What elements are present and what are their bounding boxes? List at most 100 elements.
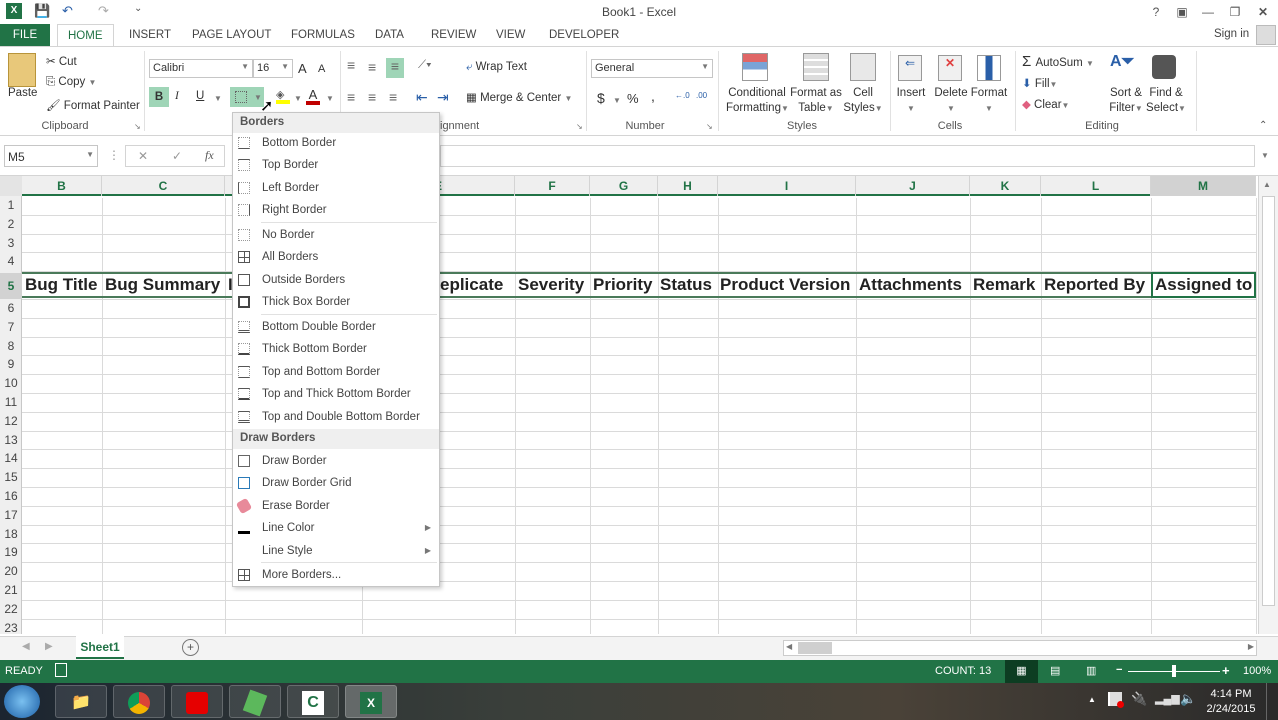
merge-center-button[interactable]: ▦ Merge & Center ▼	[466, 90, 572, 104]
column-header-j[interactable]: J	[856, 176, 970, 196]
formula-bar-grip-icon[interactable]: ⋮	[108, 148, 120, 162]
row-header-19[interactable]: 19	[0, 543, 22, 562]
currency-dropdown-icon[interactable]: ▼	[613, 96, 621, 105]
collapse-ribbon-icon[interactable]: ⌃	[1259, 120, 1267, 131]
menu-item-draw-border[interactable]: Draw Border	[233, 450, 439, 472]
format-as-table-icon[interactable]	[803, 53, 829, 81]
header-cell-status[interactable]: Status	[660, 273, 712, 297]
vertical-scrollbar[interactable]: ▲	[1258, 176, 1278, 634]
taskbar-excel-icon[interactable]: X	[345, 685, 397, 718]
number-launcher-icon[interactable]: ↘	[706, 122, 713, 131]
row-header-21[interactable]: 21	[0, 581, 22, 600]
clipboard-launcher-icon[interactable]: ↘	[134, 122, 141, 131]
comma-button[interactable]: ,	[651, 88, 655, 104]
expand-formula-bar-icon[interactable]: ▼	[1261, 151, 1269, 160]
scroll-left-icon[interactable]: ◀	[786, 642, 792, 651]
column-header-k[interactable]: K	[970, 176, 1041, 196]
ribbon-display-button[interactable]: ▣	[1169, 2, 1195, 22]
horizontal-scroll-thumb[interactable]	[798, 642, 832, 654]
tab-developer[interactable]: DEVELOPER	[539, 24, 629, 46]
tab-insert[interactable]: INSERT	[119, 24, 181, 46]
cell-styles-icon[interactable]	[850, 53, 876, 81]
menu-item-more-borders[interactable]: More Borders...	[233, 564, 439, 586]
cut-button[interactable]: ✂ Cut	[46, 54, 77, 68]
menu-item-top-and-double-bottom-border[interactable]: Top and Double Bottom Border	[233, 406, 439, 428]
zoom-slider-thumb[interactable]	[1172, 665, 1176, 677]
conditional-formatting-icon[interactable]	[742, 53, 768, 81]
row-header-6[interactable]: 6	[0, 299, 22, 318]
help-button[interactable]: ?	[1143, 2, 1169, 22]
menu-item-line-style[interactable]: Line Style ▶	[233, 540, 439, 562]
horizontal-scrollbar[interactable]: ◀ ▶	[783, 640, 1257, 656]
header-cell-reported-by[interactable]: Reported By	[1044, 273, 1145, 297]
format-painter-button[interactable]: 🖌 Format Painter	[46, 98, 140, 112]
restore-button[interactable]: ❐	[1222, 2, 1248, 22]
menu-item-left-border[interactable]: Left Border	[233, 177, 439, 199]
insert-function-icon[interactable]: fx	[205, 148, 214, 163]
number-format-box[interactable]: General ▼	[591, 59, 713, 78]
row-header-10[interactable]: 10	[0, 374, 22, 393]
menu-item-bottom-border[interactable]: Bottom Border	[233, 132, 439, 154]
taskbar-explorer-icon[interactable]: 📁	[55, 685, 107, 718]
conditional-formatting-button[interactable]: Conditional Formatting▼	[726, 86, 789, 116]
page-break-view-icon[interactable]: ▥	[1086, 664, 1096, 677]
header-cell-replicate[interactable]: eplicate	[440, 273, 503, 297]
row-header-13[interactable]: 13	[0, 431, 22, 450]
row-header-8[interactable]: 8	[0, 337, 22, 356]
action-center-flag-icon[interactable]	[1108, 692, 1124, 708]
header-cell-assigned-to[interactable]: Assigned to	[1155, 273, 1252, 297]
bold-button[interactable]: B	[149, 87, 169, 107]
italic-button[interactable]: I	[175, 90, 179, 102]
volume-icon[interactable]: 🔈	[1180, 691, 1196, 707]
menu-item-thick-box-border[interactable]: Thick Box Border	[233, 291, 439, 313]
align-center-icon[interactable]: ≡	[368, 89, 376, 105]
fill-color-dropdown-icon[interactable]: ▼	[294, 94, 302, 103]
menu-item-top-border[interactable]: Top Border	[233, 154, 439, 176]
cell-styles-button[interactable]: Cell Styles▼	[842, 86, 884, 116]
binoculars-icon[interactable]	[1152, 55, 1176, 79]
column-header-i[interactable]: I	[718, 176, 856, 196]
row-header-5[interactable]: 5	[0, 273, 22, 299]
minimize-button[interactable]: —	[1195, 2, 1221, 22]
autosum-button[interactable]: Σ AutoSum ▼	[1022, 53, 1094, 70]
zoom-level[interactable]: 100%	[1243, 665, 1271, 677]
align-middle-icon[interactable]: ≡	[368, 59, 376, 75]
select-all-button[interactable]	[0, 176, 22, 196]
column-header-f[interactable]: F	[515, 176, 590, 196]
taskbar-chrome-icon[interactable]	[113, 685, 165, 718]
insert-cells-icon[interactable]: ⇐	[898, 55, 922, 81]
header-cell-product-version[interactable]: Product Version	[720, 273, 850, 297]
currency-button[interactable]: $	[597, 90, 605, 106]
font-name-box[interactable]: Calibri ▼	[149, 59, 253, 78]
menu-item-right-border[interactable]: Right Border	[233, 199, 439, 221]
clear-button[interactable]: ◆ Clear▼	[1022, 97, 1069, 111]
sign-in-link[interactable]: Sign in	[1214, 28, 1249, 40]
row-header-23[interactable]: 23	[0, 619, 22, 638]
column-header-m[interactable]: M	[1151, 176, 1256, 196]
borders-button[interactable]: ▼	[230, 87, 264, 107]
delete-cells-icon[interactable]: ✕	[938, 55, 962, 81]
menu-item-no-border[interactable]: No Border	[233, 224, 439, 246]
shrink-font-button[interactable]: A	[318, 63, 325, 75]
menu-item-draw-border-grid[interactable]: Draw Border Grid	[233, 472, 439, 494]
taskbar-vodafone-icon[interactable]	[171, 685, 223, 718]
align-top-icon[interactable]: ≡	[347, 57, 355, 73]
row-header-2[interactable]: 2	[0, 215, 22, 234]
underline-button[interactable]: U	[196, 90, 204, 102]
enter-icon[interactable]: ✓	[172, 149, 182, 163]
menu-item-outside-borders[interactable]: Outside Borders	[233, 269, 439, 291]
network-signal-icon[interactable]: ▂▄▆	[1155, 692, 1180, 705]
tab-page-layout[interactable]: PAGE LAYOUT	[182, 24, 281, 46]
header-cell-priority[interactable]: Priority	[593, 273, 653, 297]
row-header-3[interactable]: 3	[0, 234, 22, 253]
orientation-icon[interactable]: ⟋▾	[418, 59, 432, 72]
sheet-next-icon[interactable]: ▶	[45, 641, 53, 652]
row-header-7[interactable]: 7	[0, 318, 22, 337]
paste-icon[interactable]	[8, 53, 36, 87]
font-color-dropdown-icon[interactable]: ▼	[326, 94, 334, 103]
format-as-table-button[interactable]: Format as Table▼	[789, 86, 843, 116]
menu-item-erase-border[interactable]: Erase Border	[233, 495, 439, 517]
alignment-launcher-icon[interactable]: ↘	[576, 122, 583, 131]
normal-view-icon[interactable]: ▦	[1005, 660, 1038, 683]
system-clock[interactable]: 4:14 PM 2/24/2015	[1200, 687, 1262, 717]
